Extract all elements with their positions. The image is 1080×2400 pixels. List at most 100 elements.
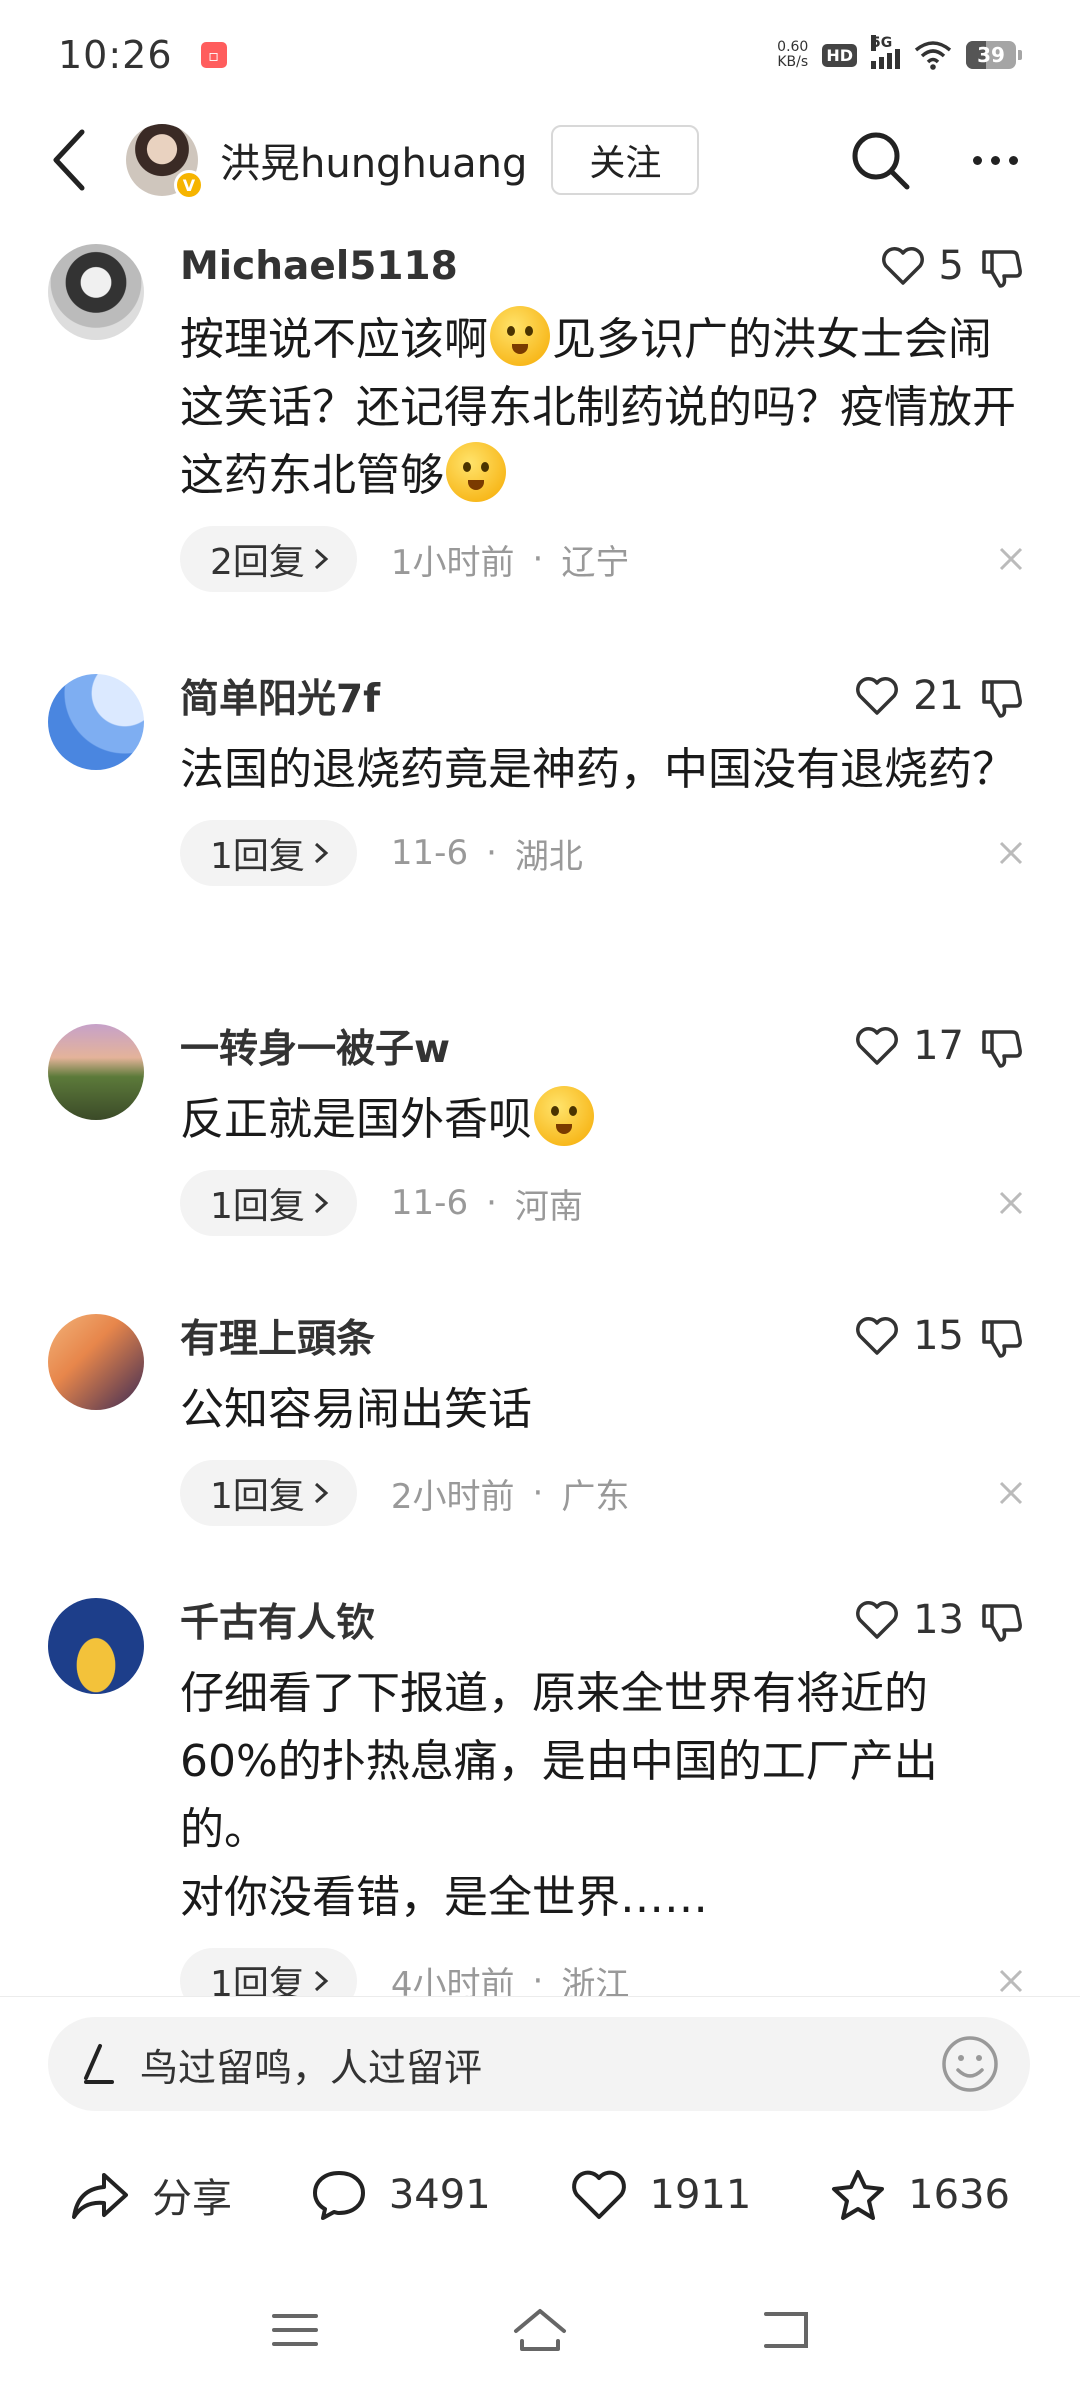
heart-icon: [856, 1601, 899, 1639]
reply-count: 1回复: [210, 836, 305, 877]
top-bar: V 洪晃hunghuang 关注: [0, 110, 1080, 210]
comments-button[interactable]: 3491: [311, 2169, 491, 2221]
commenter-avatar[interactable]: [48, 1598, 144, 1694]
author-avatar[interactable]: V: [126, 124, 204, 200]
commenter-name[interactable]: 一转身一被子w: [180, 1018, 450, 1074]
thinking-emoji: [534, 1086, 594, 1146]
replies-button[interactable]: 1回复: [180, 820, 357, 886]
comment-text: 按理说不应该啊 见多识广的洪女士会闹这笑话？还记得东北制药说的吗？疫情放开这药东北…: [180, 306, 1040, 510]
comment-text-line: 仔细看了下报道，原来全世界有将近的60%的扑热息痛，是由中国的工厂产出的。: [180, 1668, 938, 1855]
close-icon[interactable]: [998, 1968, 1024, 1994]
like-button[interactable]: 13: [855, 1597, 964, 1643]
thumbs-down-icon[interactable]: [980, 1316, 1024, 1360]
favorite-button[interactable]: 1636: [830, 2168, 1010, 2222]
replies-button[interactable]: 1回复: [180, 1460, 357, 1526]
verified-badge: V: [174, 170, 204, 200]
like-button[interactable]: 5: [881, 243, 964, 289]
comment-text: 反正就是国外香呗: [180, 1086, 1040, 1154]
shushing-emoji: [446, 442, 506, 502]
replies-button[interactable]: 1回复: [180, 1170, 357, 1236]
comment-text: 公知容易闹出笑话: [180, 1384, 532, 1435]
network-speed-unit: KB/s: [777, 54, 809, 70]
like-button[interactable]: 15: [855, 1313, 964, 1359]
like-post-button[interactable]: 1911: [570, 2169, 751, 2221]
commenter-name[interactable]: 千古有人钦: [180, 1592, 375, 1648]
home-icon[interactable]: [510, 2307, 570, 2353]
author-name[interactable]: 洪晃hunghuang: [220, 131, 527, 189]
thumbs-down-icon[interactable]: [980, 1026, 1024, 1070]
status-icons: 0.60 KB/s HD 5G 39: [777, 35, 1022, 70]
back-button[interactable]: [40, 120, 100, 200]
status-time: 10:26: [58, 33, 173, 77]
close-icon[interactable]: [998, 546, 1024, 572]
comment-list: Michael5118 5 按理说不应该啊 见多识广的洪女士会闹这笑话？还记得东北…: [0, 236, 1080, 1996]
favorites-count: 1636: [908, 2172, 1010, 2218]
thumbs-down-icon[interactable]: [980, 246, 1024, 290]
thumbs-down-icon[interactable]: [980, 1600, 1024, 1644]
like-count: 15: [913, 1313, 964, 1359]
replies-button[interactable]: 2回复: [180, 526, 357, 592]
reply-count: 1回复: [210, 1476, 305, 1517]
thumbs-down-icon[interactable]: [980, 676, 1024, 720]
battery-level: 39: [977, 43, 1005, 67]
share-button[interactable]: 分享: [70, 2166, 232, 2224]
pen-icon: [84, 2044, 114, 2084]
commenter-name[interactable]: Michael5118: [180, 244, 458, 289]
heart-icon: [571, 2170, 626, 2219]
commenter-avatar[interactable]: [48, 244, 144, 340]
follow-button[interactable]: 关注: [551, 125, 700, 195]
commenter-avatar[interactable]: [48, 674, 144, 770]
reply-count: 2回复: [210, 542, 305, 583]
menu-icon[interactable]: [270, 2310, 320, 2350]
search-icon[interactable]: [849, 129, 911, 191]
like-count: 17: [913, 1023, 964, 1069]
comment-time: 1小时前: [390, 542, 515, 583]
wifi-icon: [914, 41, 952, 70]
close-icon[interactable]: [998, 840, 1024, 866]
commenter-avatar[interactable]: [48, 1024, 144, 1120]
comment-text: 仔细看了下报道，原来全世界有将近的60%的扑热息痛，是由中国的工厂产出的。 对你…: [180, 1660, 1040, 1932]
commenter-avatar[interactable]: [48, 1314, 144, 1410]
meta-separator: ·: [532, 1961, 544, 1996]
chevron-right-icon: [314, 1482, 329, 1504]
comment-item: 一转身一被子w 17 反正就是国外香呗 1回复 11-6 · 河南: [0, 1016, 1080, 1276]
like-count: 5: [938, 243, 964, 289]
comment-location: 辽宁: [561, 542, 630, 583]
commenter-name[interactable]: 简单阳光7f: [180, 668, 380, 724]
like-count: 13: [913, 1597, 964, 1643]
system-nav-bar: [0, 2280, 1080, 2380]
laughing-crying-emoji: [490, 306, 550, 366]
commenter-name[interactable]: 有理上頭条: [180, 1308, 375, 1364]
back-nav-icon[interactable]: [760, 2310, 810, 2350]
status-bar: 10:26 ▫ 0.60 KB/s HD 5G 39: [0, 0, 1080, 110]
comment-location: 浙江: [561, 1964, 630, 1997]
replies-button[interactable]: 1回复: [180, 1948, 357, 1996]
comment-time: 11-6: [390, 1183, 469, 1223]
notification-app-icon: ▫: [200, 42, 227, 68]
chevron-right-icon: [314, 842, 329, 864]
heart-icon: [856, 677, 899, 715]
like-button[interactable]: 21: [855, 673, 964, 719]
battery-icon: 39: [966, 41, 1022, 69]
network-type: 5G: [871, 35, 893, 51]
star-icon: [832, 2170, 885, 2220]
emoji-icon[interactable]: [940, 2034, 1000, 2094]
comment-location: 河南: [514, 1186, 583, 1227]
comment-item: 千古有人钦 13 仔细看了下报道，原来全世界有将近的60%的扑热息痛，是由中国的…: [0, 1590, 1080, 1996]
comment-text-line: 对你没看错，是全世界……: [180, 1872, 708, 1923]
comment-item: 有理上頭条 15 公知容易闹出笑话 1回复 2小时前 · 广东: [0, 1306, 1080, 1556]
heart-icon: [856, 1317, 899, 1355]
comment-time: 4小时前: [390, 1964, 515, 1997]
chevron-right-icon: [314, 548, 329, 570]
comment-input[interactable]: 鸟过留鸣，人过留评: [48, 2017, 1030, 2111]
comment-time: 11-6: [390, 833, 469, 873]
comment-item: Michael5118 5 按理说不应该啊 见多识广的洪女士会闹这笑话？还记得东北…: [0, 236, 1080, 636]
meta-separator: ·: [486, 1183, 497, 1223]
like-button[interactable]: 17: [855, 1023, 964, 1069]
more-options-icon[interactable]: [973, 155, 1018, 165]
comment-input-placeholder: 鸟过留鸣，人过留评: [140, 2045, 483, 2090]
heart-icon: [881, 247, 924, 285]
comment-time: 2小时前: [390, 1476, 515, 1517]
close-icon[interactable]: [998, 1190, 1024, 1216]
close-icon[interactable]: [998, 1480, 1024, 1506]
